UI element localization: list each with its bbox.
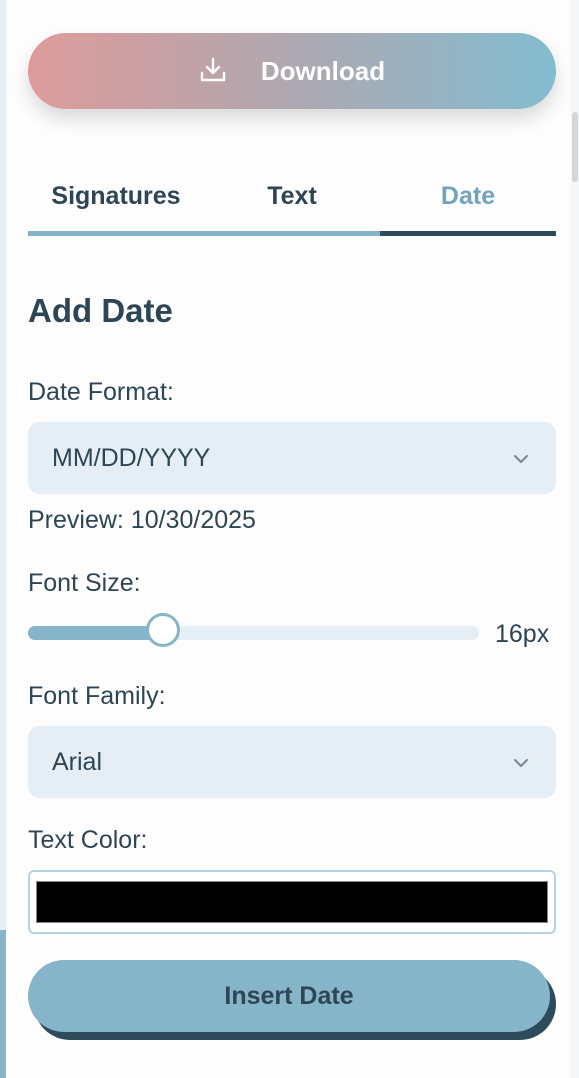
tab-signatures[interactable]: Signatures: [28, 170, 204, 234]
text-color-picker[interactable]: [28, 870, 556, 934]
left-edge-accent: [0, 930, 6, 1078]
font-size-value: 16px: [495, 620, 550, 648]
font-size-label: Font Size:: [28, 569, 141, 597]
tab-underline: [28, 231, 556, 236]
section-title: Add Date: [28, 292, 173, 329]
scrollbar-thumb[interactable]: [572, 112, 578, 182]
download-button[interactable]: Download: [28, 33, 556, 109]
font-size-slider-fill: [28, 626, 164, 640]
date-preview: Preview: 10/30/2025: [28, 506, 256, 534]
text-color-swatch: [36, 881, 548, 923]
active-tab-indicator: [380, 231, 556, 236]
date-format-value: MM/DD/YYYY: [52, 444, 211, 472]
left-edge-bar: [0, 0, 6, 1078]
scrollbar[interactable]: [571, 0, 579, 1078]
tab-text[interactable]: Text: [204, 170, 380, 234]
font-family-value: Arial: [52, 748, 103, 776]
insert-date-button[interactable]: Insert Date: [28, 960, 550, 1032]
date-format-select[interactable]: MM/DD/YYYY: [28, 422, 556, 494]
download-icon: [199, 56, 227, 84]
chevron-down-icon: [510, 448, 532, 470]
font-size-slider-thumb[interactable]: [146, 613, 181, 647]
font-family-label: Font Family:: [28, 682, 166, 710]
chevron-down-icon: [510, 752, 532, 774]
date-format-label: Date Format:: [28, 378, 174, 406]
tab-date[interactable]: Date: [380, 170, 556, 234]
font-size-slider[interactable]: [28, 613, 479, 647]
text-color-label: Text Color:: [28, 826, 148, 854]
download-label: Download: [260, 55, 386, 86]
font-family-select[interactable]: Arial: [28, 726, 556, 798]
tab-bar: Signatures Text Date: [28, 170, 556, 234]
